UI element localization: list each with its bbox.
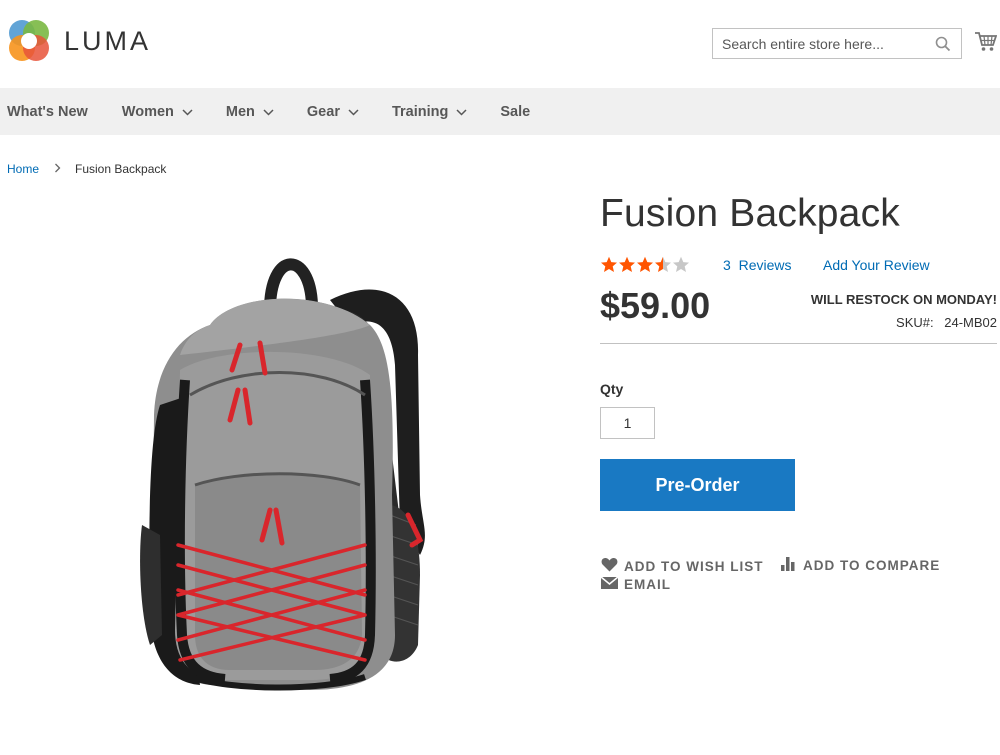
product-sku: SKU#: 24-MB02	[896, 315, 997, 330]
breadcrumb-current: Fusion Backpack	[75, 161, 167, 176]
divider	[600, 343, 997, 344]
nav-item-whats-new[interactable]: What's New	[7, 104, 88, 120]
store-logo[interactable]: LUMA	[7, 19, 151, 63]
search-box	[712, 28, 962, 59]
nav-item-label: Training	[391, 103, 449, 120]
nav-item-label: Sale	[500, 103, 531, 120]
compare-label: ADD TO COMPARE	[803, 558, 941, 573]
main-navigation: What's New Women Men Gear Training Sale	[0, 88, 1000, 135]
luma-logo-icon	[9, 20, 49, 61]
rating-stars	[600, 256, 690, 273]
page-header: LUMA	[0, 0, 1000, 88]
sku-label: SKU#:	[896, 315, 934, 330]
product-image[interactable]	[120, 195, 480, 735]
reviews-link[interactable]: 3 Reviews	[723, 257, 791, 273]
sku-value: 24-MB02	[944, 315, 997, 330]
breadcrumb: Home Fusion Backpack	[7, 161, 166, 176]
wishlist-label: ADD TO WISH LIST	[624, 558, 764, 574]
chevron-down-icon	[182, 104, 193, 120]
nav-item-label: Women	[121, 103, 174, 120]
star-icon	[655, 256, 671, 272]
chevron-down-icon	[456, 104, 467, 120]
nav-item-label: What's New	[7, 103, 88, 120]
product-rating	[600, 256, 690, 273]
product-price: $59.00	[600, 285, 711, 326]
search-input[interactable]	[713, 29, 928, 58]
nav-item-men[interactable]: Men	[226, 104, 274, 120]
chevron-right-icon	[54, 161, 61, 176]
nav-item-gear[interactable]: Gear	[307, 104, 359, 120]
nav-item-label: Gear	[306, 103, 340, 120]
breadcrumb-home-link[interactable]: Home	[7, 162, 39, 176]
email-link[interactable]: EMAIL	[600, 576, 671, 592]
star-icon	[673, 256, 689, 272]
heart-icon	[601, 557, 618, 575]
reviews-count: 3	[723, 257, 731, 273]
pre-order-button[interactable]: Pre-Order	[600, 459, 795, 511]
nav-item-training[interactable]: Training	[392, 104, 467, 120]
star-icon	[601, 256, 617, 272]
bar-chart-icon	[781, 557, 797, 574]
chevron-down-icon	[263, 104, 274, 120]
stock-status: WILL RESTOCK ON MONDAY!	[810, 292, 997, 307]
qty-label: Qty	[600, 381, 624, 397]
nav-item-label: Men	[225, 103, 255, 120]
add-review-link[interactable]: Add Your Review	[823, 257, 930, 273]
chevron-down-icon	[348, 104, 359, 120]
reviews-label: Reviews	[738, 257, 792, 273]
envelope-icon	[600, 576, 619, 592]
nav-item-women[interactable]: Women	[122, 104, 193, 120]
add-to-compare-link[interactable]: ADD TO COMPARE	[781, 557, 940, 574]
nav-item-sale[interactable]: Sale	[500, 104, 530, 120]
add-to-wishlist-link[interactable]: ADD TO WISH LIST	[601, 557, 764, 575]
qty-input[interactable]	[600, 407, 655, 439]
product-title: Fusion Backpack	[600, 192, 900, 235]
email-label: EMAIL	[624, 577, 671, 592]
star-icon	[619, 256, 635, 272]
star-icon	[637, 256, 653, 272]
brand-name: LUMA	[64, 25, 152, 56]
cart-icon[interactable]	[975, 32, 998, 57]
search-icon[interactable]	[935, 36, 951, 57]
